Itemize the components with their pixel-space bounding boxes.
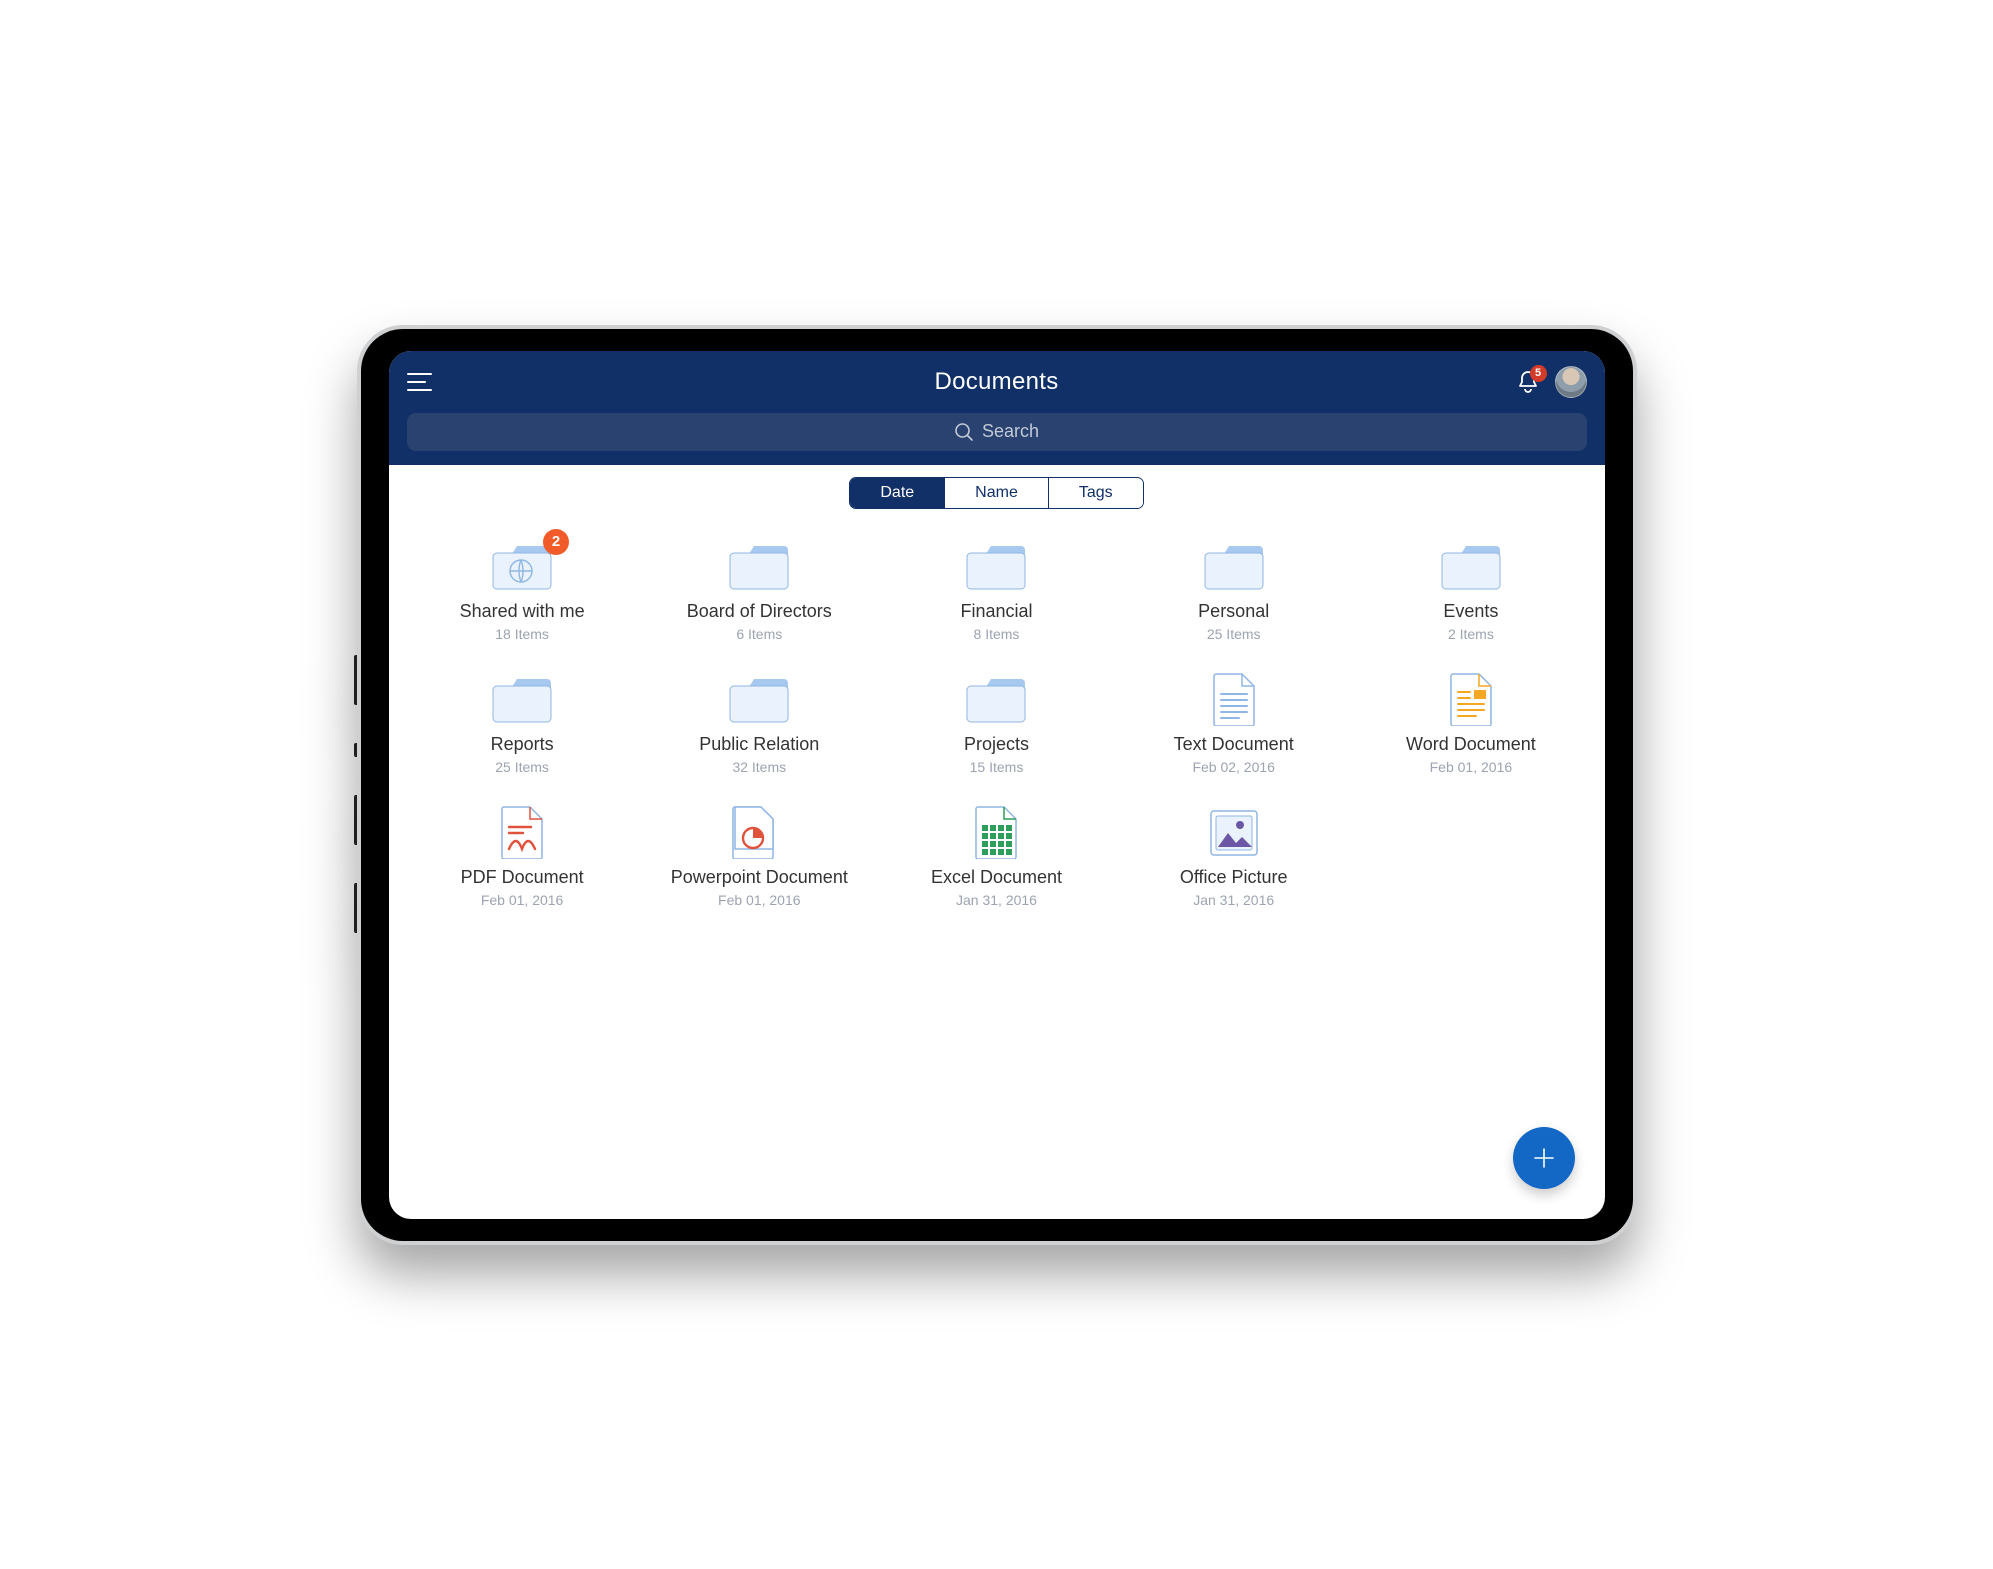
folder-icon [961, 539, 1031, 593]
folder-icon [487, 672, 557, 726]
search-icon [954, 422, 974, 442]
profile-avatar[interactable] [1555, 366, 1587, 398]
folder-icon [724, 539, 794, 593]
item-subtitle: 8 Items [974, 626, 1020, 642]
grid-item-word[interactable]: Word Document Feb 01, 2016 [1357, 672, 1584, 775]
image-file-icon [1199, 805, 1269, 859]
folder-icon [961, 672, 1031, 726]
item-subtitle: Feb 01, 2016 [481, 892, 564, 908]
item-name: Events [1443, 601, 1498, 622]
grid-item-financial[interactable]: Financial 8 Items [883, 539, 1110, 642]
item-subtitle: Jan 31, 2016 [956, 892, 1037, 908]
tablet-side-button [354, 743, 357, 757]
item-name: Excel Document [931, 867, 1062, 888]
item-name: Shared with me [460, 601, 585, 622]
item-badge: 2 [543, 529, 569, 555]
item-subtitle: 18 Items [495, 626, 549, 642]
grid-item-xls[interactable]: Excel Document Jan 31, 2016 [883, 805, 1110, 908]
item-name: Projects [964, 734, 1029, 755]
excel-file-icon [961, 805, 1031, 859]
sort-option-date[interactable]: Date [850, 478, 944, 508]
sort-row: DateNameTags [389, 465, 1605, 519]
grid-item-board[interactable]: Board of Directors 6 Items [646, 539, 873, 642]
item-name: Office Picture [1180, 867, 1288, 888]
notifications-button[interactable]: 5 [1515, 369, 1541, 395]
grid-item-img[interactable]: Office Picture Jan 31, 2016 [1120, 805, 1347, 908]
sort-option-name[interactable]: Name [944, 478, 1048, 508]
folder-icon [724, 672, 794, 726]
search-input[interactable]: Search [407, 413, 1587, 451]
hamburger-icon [407, 371, 433, 393]
grid-item-projects[interactable]: Projects 15 Items [883, 672, 1110, 775]
item-subtitle: Feb 01, 2016 [718, 892, 801, 908]
item-subtitle: 25 Items [495, 759, 549, 775]
item-name: Board of Directors [687, 601, 832, 622]
sort-segmented: DateNameTags [849, 477, 1143, 509]
shared-folder-icon: 2 [487, 539, 557, 593]
item-name: Text Document [1174, 734, 1294, 755]
grid-item-reports[interactable]: Reports 25 Items [409, 672, 636, 775]
folder-icon [1436, 539, 1506, 593]
item-name: PDF Document [461, 867, 584, 888]
menu-button[interactable] [407, 371, 433, 393]
item-name: Powerpoint Document [671, 867, 848, 888]
sort-option-tags[interactable]: Tags [1048, 478, 1143, 508]
pdf-file-icon [487, 805, 557, 859]
item-subtitle: Feb 02, 2016 [1192, 759, 1275, 775]
grid-item-personal[interactable]: Personal 25 Items [1120, 539, 1347, 642]
search-placeholder: Search [982, 421, 1039, 442]
text-file-icon [1199, 672, 1269, 726]
item-subtitle: 6 Items [736, 626, 782, 642]
item-subtitle: Jan 31, 2016 [1193, 892, 1274, 908]
item-name: Financial [960, 601, 1032, 622]
tablet-side-button [354, 883, 357, 933]
documents-grid: 2 Shared with me 18 Items Board of Direc… [409, 539, 1585, 908]
item-name: Personal [1198, 601, 1269, 622]
page-title: Documents [934, 368, 1058, 396]
item-subtitle: Feb 01, 2016 [1430, 759, 1513, 775]
word-file-icon [1436, 672, 1506, 726]
item-name: Public Relation [699, 734, 819, 755]
grid-item-ppt[interactable]: Powerpoint Document Feb 01, 2016 [646, 805, 873, 908]
folder-icon [1199, 539, 1269, 593]
powerpoint-file-icon [724, 805, 794, 859]
tablet-side-buttons [354, 655, 357, 933]
item-name: Reports [491, 734, 554, 755]
grid-item-pr[interactable]: Public Relation 32 Items [646, 672, 873, 775]
grid-item-shared[interactable]: 2 Shared with me 18 Items [409, 539, 636, 642]
grid-item-events[interactable]: Events 2 Items [1357, 539, 1584, 642]
app-header: Documents 5 [389, 351, 1605, 465]
add-button[interactable] [1513, 1127, 1575, 1189]
tablet-side-button [354, 655, 357, 705]
item-subtitle: 15 Items [970, 759, 1024, 775]
notification-count-badge: 5 [1530, 365, 1547, 382]
item-subtitle: 25 Items [1207, 626, 1261, 642]
item-subtitle: 32 Items [732, 759, 786, 775]
avatar-icon [1555, 366, 1587, 398]
grid-item-pdf[interactable]: PDF Document Feb 01, 2016 [409, 805, 636, 908]
plus-icon [1530, 1144, 1558, 1172]
tablet-side-button [354, 795, 357, 845]
documents-grid-scroll[interactable]: 2 Shared with me 18 Items Board of Direc… [389, 519, 1605, 1219]
grid-item-text[interactable]: Text Document Feb 02, 2016 [1120, 672, 1347, 775]
item-subtitle: 2 Items [1448, 626, 1494, 642]
item-name: Word Document [1406, 734, 1536, 755]
